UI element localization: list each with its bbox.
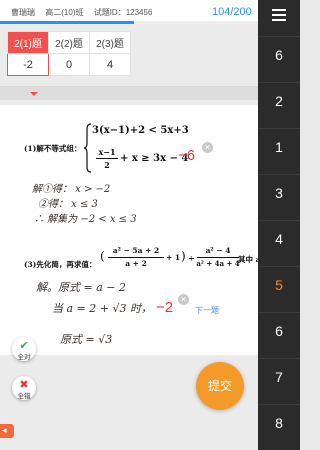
progress-bar-fill bbox=[0, 21, 135, 24]
q3-f1-den: a + 2 bbox=[125, 259, 147, 268]
q3-work-2: 当 a = 2 + √3 时， bbox=[52, 302, 152, 315]
question-sidebar: 6 2 1 3 4 5 6 7 8 bbox=[258, 0, 300, 450]
question-row: 2(1)题 2(2)题 2(3)题 bbox=[7, 31, 131, 54]
q3-f2-line bbox=[197, 257, 239, 258]
sidebar-item-6[interactable]: 5 bbox=[258, 266, 300, 303]
all-right-label: 全对 bbox=[17, 354, 31, 361]
question-tab-2-3[interactable]: 2(3)题 bbox=[89, 31, 131, 54]
q1-work-2: ②得： x ≤ 3 bbox=[38, 199, 98, 210]
q1-clear-icon[interactable]: ✕ bbox=[202, 142, 213, 153]
sidebar-item-3[interactable]: 1 bbox=[258, 128, 300, 165]
main-area: 曹瑞瑞 高二(10)班 试题ID：123456 104/200 2(1)题 2(… bbox=[0, 0, 258, 450]
q1-frac-line bbox=[96, 158, 118, 159]
sidebar-item-4[interactable]: 3 bbox=[258, 174, 300, 211]
menu-icon-bar-3 bbox=[272, 19, 286, 21]
q1-line1: 3(x−1)+2 < 5x+3 bbox=[92, 125, 189, 136]
progress-counter: 104/200 bbox=[212, 6, 252, 18]
q3-work-1: 解。原式 = a − 2 bbox=[36, 281, 126, 294]
sidebar-item-1[interactable]: 6 bbox=[258, 36, 300, 73]
answer-sheet-image: (1)解不等式组： 3(x−1)+2 < 5x+3 x−1 2 + x ≥ 3x… bbox=[0, 105, 258, 355]
header-bar: 曹瑞瑞 高二(10)班 试题ID：123456 104/200 bbox=[0, 0, 258, 24]
q1-score: −6 bbox=[178, 147, 196, 164]
q3-f2-num: a² − 4 bbox=[205, 246, 231, 255]
q1-work-3: ∴ 解集为 −2 < x ≤ 3 bbox=[34, 214, 137, 225]
menu-button[interactable] bbox=[258, 0, 300, 30]
q3-plus1: + 1 bbox=[166, 253, 181, 262]
q3-f1-num: a² − 5a + 2 bbox=[112, 246, 160, 255]
q3-suffix: 其中 a = bbox=[238, 255, 258, 264]
collapse-tab[interactable]: ◂ bbox=[0, 424, 14, 438]
brace-icon bbox=[84, 123, 92, 173]
sidebar-item-7[interactable]: 6 bbox=[258, 312, 300, 349]
all-right-button[interactable]: ✔ 全对 bbox=[12, 337, 36, 361]
score-cell-2-1[interactable]: -2 bbox=[7, 53, 49, 76]
q3-f2-den: a² + 4a + 4 bbox=[196, 259, 240, 268]
sidebar-item-9[interactable]: 8 bbox=[258, 404, 300, 441]
question-tab-2-1[interactable]: 2(1)题 bbox=[7, 31, 49, 54]
sidebar-item-2[interactable]: 2 bbox=[258, 82, 300, 119]
q3-score: −2 bbox=[156, 299, 174, 316]
score-row: -2 0 4 bbox=[7, 53, 131, 76]
all-wrong-label: 全错 bbox=[17, 393, 31, 400]
section-divider bbox=[0, 86, 258, 100]
q1-work-1: 解①得： x > −2 bbox=[32, 184, 111, 195]
question-tab-2-2[interactable]: 2(2)题 bbox=[48, 31, 90, 54]
q1-frac-num: x−1 bbox=[98, 147, 116, 157]
q3-clear-icon[interactable]: ✕ bbox=[178, 294, 189, 305]
class-name: 高二(10)班 bbox=[45, 8, 84, 17]
submit-button[interactable]: 提交 bbox=[196, 362, 244, 410]
q3-paren-open: ( bbox=[100, 249, 105, 263]
progress-bar bbox=[0, 21, 258, 24]
arrow-left-icon: ◂ bbox=[2, 425, 7, 435]
sidebar-item-8[interactable]: 7 bbox=[258, 358, 300, 395]
sidebar-item-5[interactable]: 4 bbox=[258, 220, 300, 257]
q3-paren-close: ) bbox=[181, 249, 186, 263]
student-info: 曹瑞瑞 高二(10)班 试题ID：123456 bbox=[11, 7, 160, 18]
next-question-link[interactable]: 下一题 bbox=[195, 305, 219, 316]
q1-frac-den: 2 bbox=[104, 160, 110, 170]
q3-prefix: (3)先化简，再求值： bbox=[24, 260, 97, 269]
caret-down-icon[interactable] bbox=[30, 92, 38, 96]
score-table: 2(1)题 2(2)题 2(3)题 -2 0 4 bbox=[7, 31, 131, 76]
score-cell-2-2[interactable]: 0 bbox=[48, 53, 90, 76]
menu-icon bbox=[272, 9, 286, 11]
paper-id: 试题ID：123456 bbox=[93, 8, 153, 17]
all-wrong-button[interactable]: ✖ 全错 bbox=[12, 376, 36, 400]
q3-work-3: 原式 = √3 bbox=[60, 333, 113, 346]
q1-prefix: (1)解不等式组： bbox=[24, 144, 82, 153]
q3-f1-line bbox=[108, 257, 164, 258]
student-name: 曹瑞瑞 bbox=[11, 8, 35, 17]
menu-icon-bar-2 bbox=[272, 14, 286, 16]
score-cell-2-3[interactable]: 4 bbox=[89, 53, 131, 76]
